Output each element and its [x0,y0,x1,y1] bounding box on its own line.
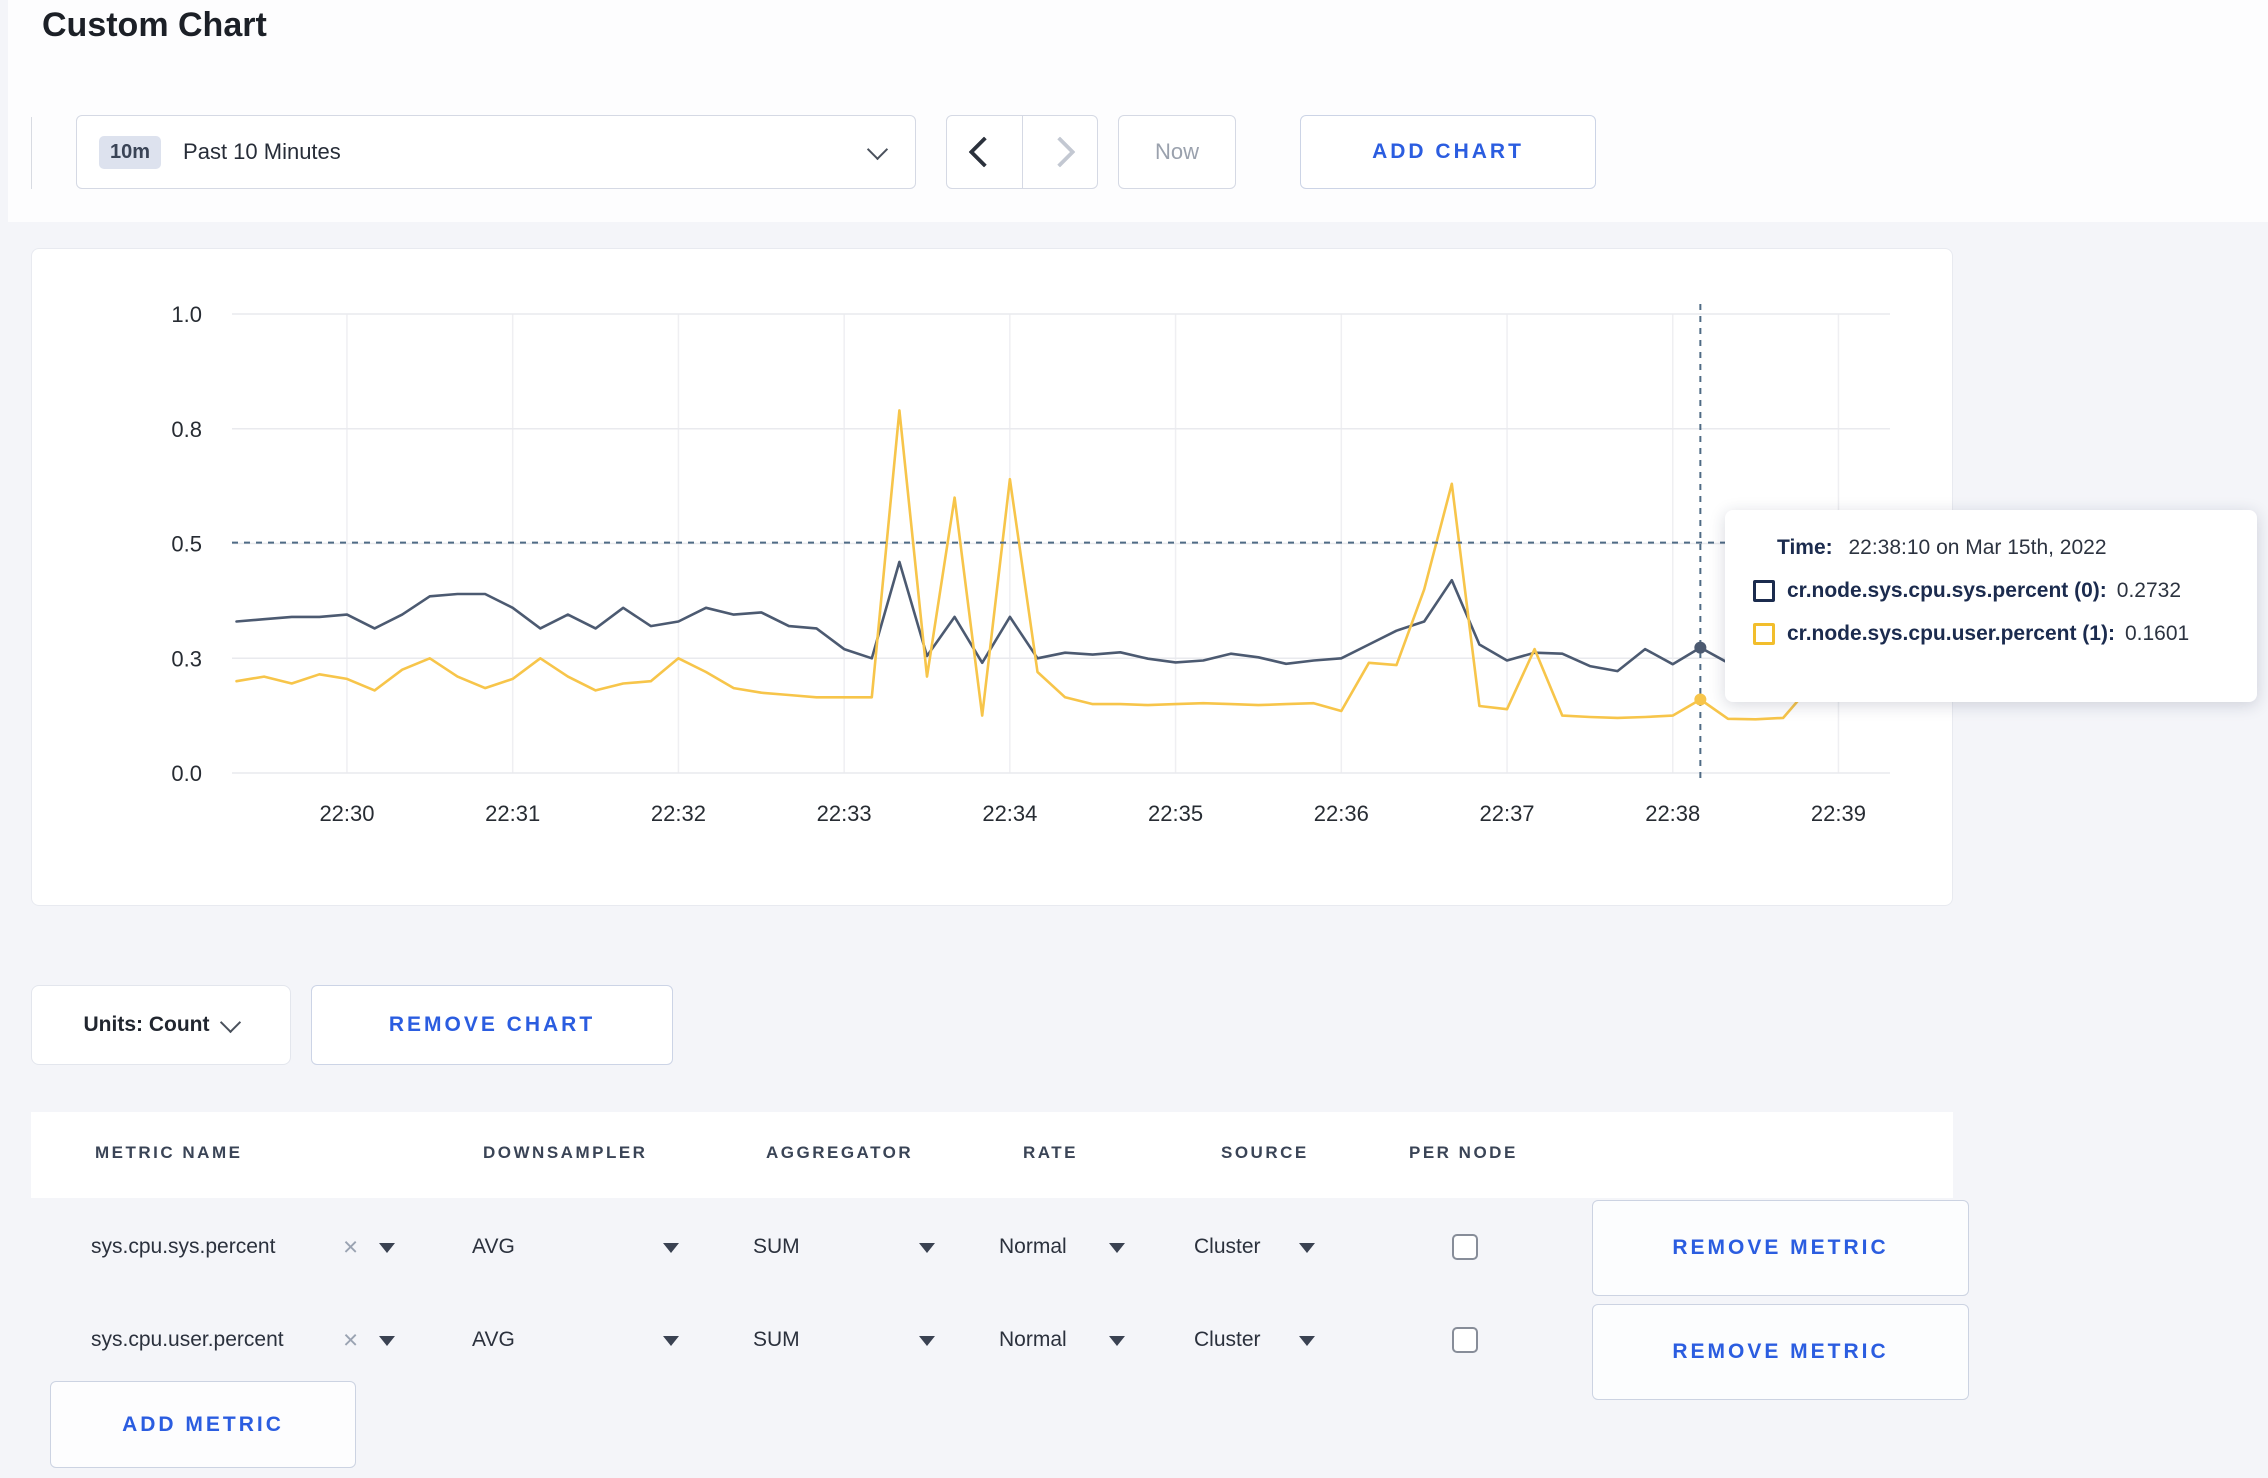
highlight-dot [1694,693,1707,706]
remove-tag-icon[interactable]: × [343,1325,358,1356]
source-caret[interactable] [1299,1328,1315,1352]
legend-square-icon [1753,623,1775,645]
caret-down-icon [1109,1336,1125,1346]
x-tick-label: 22:32 [651,801,706,826]
column-header: METRIC NAME [95,1143,243,1162]
caret-down-icon [379,1243,395,1253]
chevron-left-icon [968,136,1000,168]
caret-down-icon [1299,1243,1315,1253]
x-tick-label: 22:35 [1148,801,1203,826]
column-header: PER NODE [1409,1143,1518,1162]
x-tick-label: 22:36 [1314,801,1369,826]
source-caret[interactable] [1299,1235,1315,1259]
y-tick-label: 0.5 [171,532,202,557]
time-range-label: Past 10 Minutes [183,139,341,164]
remove-metric-button[interactable]: REMOVE METRIC [1592,1304,1969,1400]
chevron-right-icon [1044,136,1076,168]
tooltip-series-row: cr.node.sys.cpu.user.percent (1): 0.1601 [1753,622,2257,646]
column-header: RATE [1023,1143,1079,1162]
time-step-buttons [946,115,1098,189]
legend-square-icon [1753,580,1775,602]
per-node-checkbox[interactable] [1452,1327,1478,1353]
chevron-down-icon [220,1011,242,1033]
downsampler-caret[interactable] [663,1328,679,1352]
tooltip-series-list: cr.node.sys.cpu.sys.percent (0): 0.2732 cr… [1753,579,2257,646]
rate-caret[interactable] [1109,1328,1125,1352]
tooltip-time-row: Time: 22:38:10 on Mar 15th, 2022 [1777,536,2257,560]
caret-down-icon [379,1336,395,1346]
aggregator-caret[interactable] [919,1328,935,1352]
tooltip-series-label: cr.node.sys.cpu.sys.percent (0): [1787,579,2107,602]
rate-caret[interactable] [1109,1235,1125,1259]
page-title: Custom Chart [42,6,267,44]
source-select[interactable]: Cluster [1194,1235,1261,1259]
aggregator-select[interactable]: SUM [753,1235,800,1259]
metric-name-select[interactable]: sys.cpu.user.percent [91,1328,284,1352]
caret-down-icon [1299,1336,1315,1346]
x-tick-label: 22:34 [982,801,1037,826]
caret-down-icon [1109,1243,1125,1253]
y-tick-label: 0.3 [171,646,202,671]
time-range-badge: 10m [99,135,162,169]
add-chart-button[interactable]: ADD CHART [1300,115,1596,189]
metric-name-select[interactable]: sys.cpu.sys.percent [91,1235,275,1259]
remove-tag-icon[interactable]: × [343,1232,358,1263]
y-tick-label: 1.0 [171,302,202,327]
y-tick-label: 0.8 [171,417,202,442]
toolbar-divider [31,117,32,189]
x-tick-label: 22:39 [1811,801,1866,826]
x-tick-label: 22:33 [817,801,872,826]
x-tick-label: 22:38 [1645,801,1700,826]
x-tick-label: 22:37 [1479,801,1534,826]
tooltip-time-value: 22:38:10 on Mar 15th, 2022 [1848,536,2107,559]
remove-metric-button[interactable]: REMOVE METRIC [1592,1200,1969,1296]
source-select[interactable]: Cluster [1194,1328,1261,1352]
tooltip-series-value: 0.2732 [2116,579,2182,602]
downsampler-caret[interactable] [663,1235,679,1259]
aggregator-select[interactable]: SUM [753,1328,800,1352]
timeseries-chart[interactable]: 22:30 22:31 22:32 22:33 22:34 22:35 22:36 22:37… [32,249,1952,905]
step-back-button[interactable] [947,116,1023,188]
x-tick-label: 22:31 [485,801,540,826]
downsampler-select[interactable]: AVG [472,1235,515,1259]
add-metric-button[interactable]: ADD METRIC [50,1381,356,1468]
series-line-1 [235,409,1868,721]
downsampler-select[interactable]: AVG [472,1328,515,1352]
chevron-down-icon [866,138,889,160]
now-button[interactable]: Now [1118,115,1236,189]
remove-chart-button[interactable]: REMOVE CHART [311,985,673,1065]
column-header: SOURCE [1221,1143,1309,1162]
metric-name-caret[interactable] [379,1328,395,1352]
x-tick-label: 22:30 [319,801,374,826]
step-forward-button[interactable] [1023,116,1098,188]
caret-down-icon [663,1243,679,1253]
time-range-dropdown[interactable]: 10m Past 10 Minutes [76,115,916,189]
rate-select[interactable]: Normal [999,1328,1067,1352]
custom-chart-page: Custom Chart 10m Past 10 Minutes Now ADD… [0,0,2268,1478]
units-label: Units: Count [83,1013,210,1036]
y-tick-label: 0.0 [171,761,202,786]
per-node-checkbox[interactable] [1452,1234,1478,1260]
chart-tooltip: Time: 22:38:10 on Mar 15th, 2022 cr.node… [1725,510,2257,702]
aggregator-caret[interactable] [919,1235,935,1259]
column-header: AGGREGATOR [766,1143,914,1162]
metrics-table-header: METRIC NAME DOWNSAMPLER AGGREGATOR RATE SOUR… [31,1112,1953,1198]
chart-card: 22:30 22:31 22:32 22:33 22:34 22:35 22:36 22:37… [31,248,1953,906]
tooltip-time-label: Time: [1777,536,1833,559]
caret-down-icon [919,1336,935,1346]
tooltip-series-value: 0.1601 [2124,622,2190,645]
tooltip-series-row: cr.node.sys.cpu.sys.percent (0): 0.2732 [1753,579,2257,603]
column-header: DOWNSAMPLER [483,1143,648,1162]
caret-down-icon [663,1336,679,1346]
series-line-0 [235,560,1868,673]
metric-name-caret[interactable] [379,1235,395,1259]
rate-select[interactable]: Normal [999,1235,1067,1259]
highlight-dot [1694,641,1707,654]
tooltip-series-label: cr.node.sys.cpu.user.percent (1): [1787,622,2115,645]
caret-down-icon [919,1243,935,1253]
units-dropdown[interactable]: Units: Count [31,985,291,1065]
